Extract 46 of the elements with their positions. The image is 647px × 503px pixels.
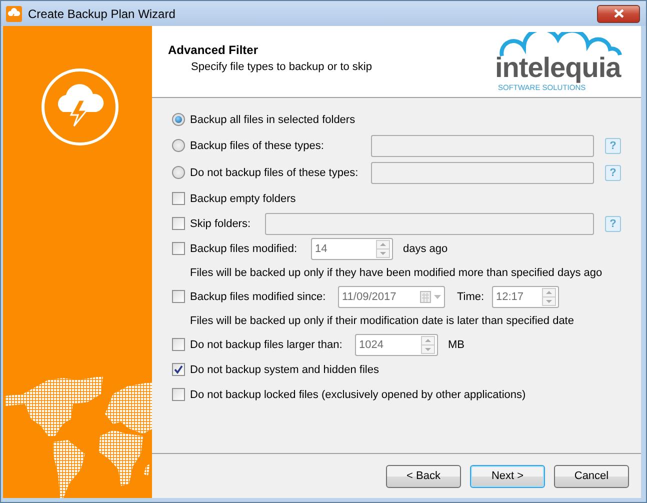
checkbox[interactable]: [172, 242, 185, 255]
option-label: Do not backup files of these types:: [190, 166, 360, 178]
window-title: Create Backup Plan Wizard: [28, 6, 176, 20]
app-icon: [6, 6, 22, 22]
option-label: Backup files of these types:: [190, 140, 325, 152]
option-label: Backup files modified:: [190, 242, 298, 254]
wizard-button[interactable]: Next >: [470, 464, 545, 488]
calendar-dropdown-icon: [420, 290, 442, 302]
option-label: Do not backup files larger than:: [190, 338, 344, 350]
wizard-button[interactable]: < Back: [386, 464, 461, 488]
page-subtitle: Specify file types to backup or to skip: [191, 61, 373, 73]
unit-label: MB: [448, 338, 464, 350]
radio-button[interactable]: [172, 139, 185, 152]
spin-arrows-icon[interactable]: [421, 336, 435, 354]
checkbox[interactable]: [172, 363, 185, 376]
checkbox[interactable]: [172, 290, 185, 303]
option-label: Skip folders:: [190, 218, 252, 230]
option-label: Backup all files in selected folders: [190, 114, 356, 126]
wizard-button[interactable]: Cancel: [554, 464, 629, 488]
time-field[interactable]: 12:17: [492, 286, 559, 308]
checkbox[interactable]: [172, 217, 185, 230]
radio-button[interactable]: [172, 166, 185, 179]
time-label: Time:: [457, 290, 486, 302]
option-label: Do not backup system and hidden files: [190, 364, 379, 376]
unit-label: days ago: [403, 242, 448, 254]
page-title: Advanced Filter: [168, 43, 260, 57]
checkmark-icon: [174, 365, 183, 374]
close-icon: [614, 9, 624, 18]
hint-text: Files will be backed up only if they have been modified more than specified days ago: [189, 266, 602, 278]
spin-arrows-icon[interactable]: [542, 288, 556, 306]
spin-arrows-icon[interactable]: [376, 240, 390, 258]
cloud-bolt-icon: [41, 68, 119, 146]
option-label: Backup files modified since:: [190, 290, 327, 302]
number-field[interactable]: 1024: [355, 334, 438, 356]
checkbox[interactable]: [172, 192, 185, 205]
cloud-outline-icon: [499, 32, 623, 58]
logo-wordmark: intelequia: [495, 52, 621, 84]
radio-button[interactable]: [172, 113, 185, 126]
close-button[interactable]: [597, 4, 640, 22]
checkbox[interactable]: [172, 338, 185, 351]
number-field[interactable]: 14: [311, 238, 393, 260]
date-field[interactable]: 11/09/2017: [338, 286, 445, 308]
option-label: Backup empty folders: [190, 192, 296, 204]
checkbox[interactable]: [172, 388, 185, 401]
hint-text: Files will be backed up only if their modification date is later than specified date: [189, 314, 574, 326]
option-label: Do not backup locked files (exclusively opened by other applications): [190, 388, 526, 400]
